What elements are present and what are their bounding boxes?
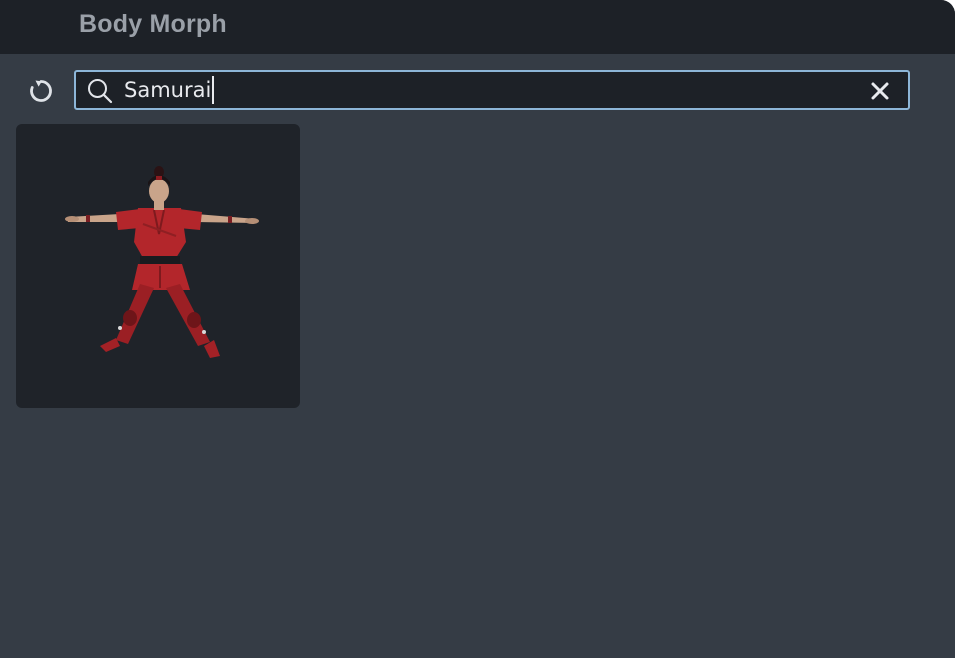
body-morph-window: Body Morph Samurai: [0, 0, 955, 658]
samurai-thumbnail: [65, 166, 259, 358]
window-title: Body Morph: [79, 10, 227, 38]
title-bar: Body Morph: [0, 0, 955, 54]
search-icon: [88, 79, 113, 104]
search-field[interactable]: Samurai: [74, 70, 910, 110]
refresh-button[interactable]: [24, 74, 58, 108]
close-icon[interactable]: [868, 79, 892, 103]
text-caret: [212, 75, 215, 104]
refresh-icon: [30, 80, 52, 102]
result-card-samurai[interactable]: [16, 124, 300, 408]
search-input-value: Samurai: [124, 78, 212, 102]
search-input[interactable]: Samurai: [124, 72, 844, 108]
results-grid: [16, 124, 300, 408]
